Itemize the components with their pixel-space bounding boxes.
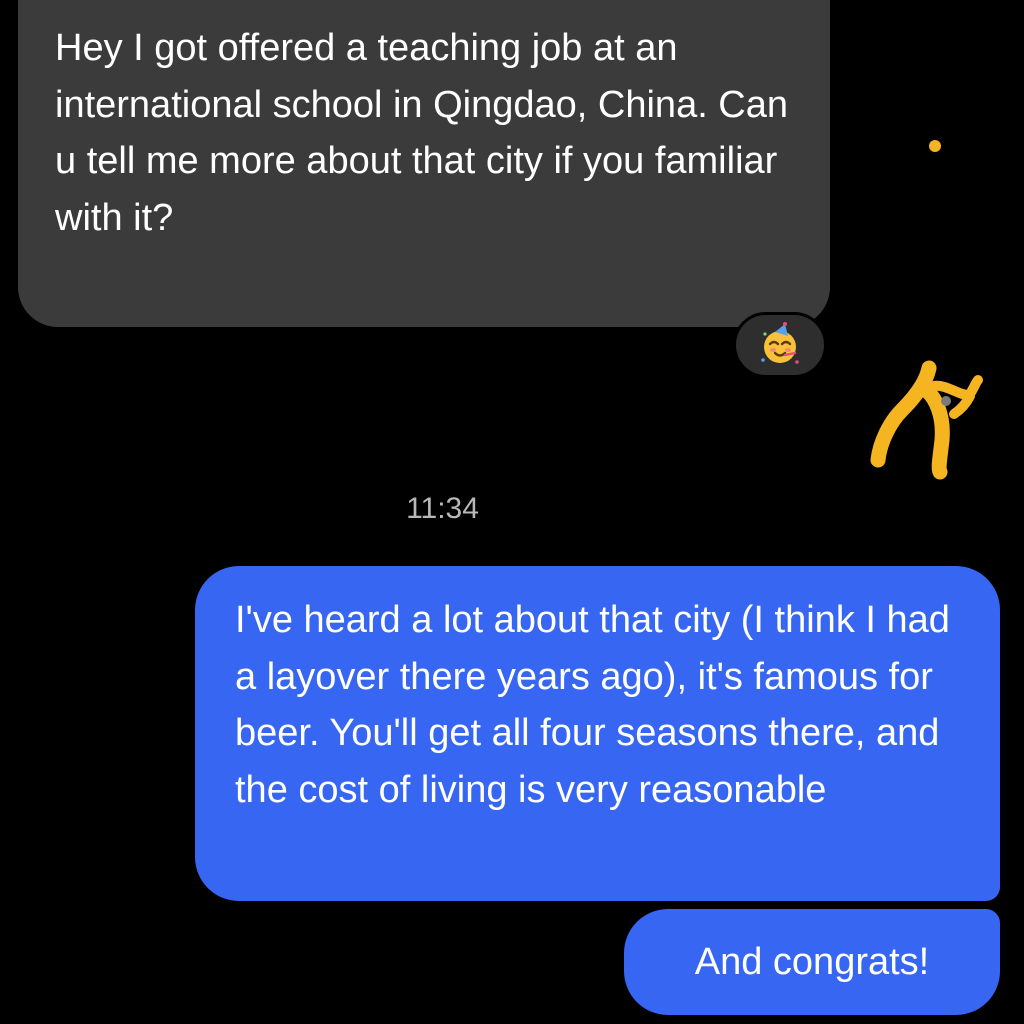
sent-message-text: I've heard a lot about that city (I thin… [235, 599, 950, 811]
message-reaction-badge[interactable] [733, 312, 827, 378]
received-message-bubble[interactable]: Hey I got offered a teaching job at an i… [18, 0, 830, 327]
sent-message-bubble[interactable]: And congrats! [624, 909, 1000, 1015]
sent-message-text: And congrats! [694, 940, 930, 983]
message-timestamp: 11:34 [406, 492, 479, 525]
overlay-dot [929, 140, 941, 152]
partying-face-emoji-icon [761, 322, 799, 364]
received-message-text: Hey I got offered a teaching job at an i… [55, 27, 789, 239]
scribble-overlay-icon [870, 360, 983, 480]
sent-message-bubble[interactable]: I've heard a lot about that city (I thin… [195, 566, 1000, 901]
